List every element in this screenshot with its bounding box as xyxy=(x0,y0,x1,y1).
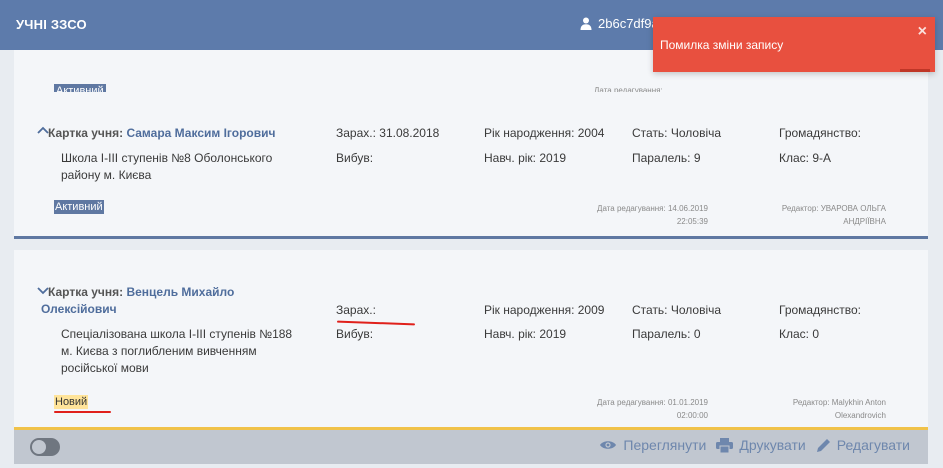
print-button[interactable]: Друкувати xyxy=(716,437,806,453)
parallel: Паралель: 9 xyxy=(632,151,701,165)
edit-time-value: 02:00:00 xyxy=(676,411,708,420)
app-title: УЧНІ ЗЗСО xyxy=(16,17,87,32)
user-id: 2b6c7df9a xyxy=(598,16,659,31)
close-icon[interactable]: × xyxy=(918,23,927,41)
editor-name: Редактор: Malykhin Anton xyxy=(792,398,886,407)
edit-date-value: Дата редагування: 01.01.2019 xyxy=(597,398,708,407)
gender: Стать: Чоловіча xyxy=(632,303,722,317)
cards-list: Активний Дата редагування: Картка учня: … xyxy=(0,50,943,430)
status-badge: Активний xyxy=(54,200,104,214)
edit-time-value: 22:05:39 xyxy=(676,217,708,226)
view-button[interactable]: Переглянути xyxy=(599,437,706,453)
card-label: Картка учня: xyxy=(48,126,124,140)
toast-progress xyxy=(900,69,930,72)
edit-date: Дата редагування: 14.06.2019 22:05:39 xyxy=(574,202,708,228)
editor-name: Редактор: УВАРОВА ОЛЬГА xyxy=(781,204,886,213)
study-year: Навч. рік: 2019 xyxy=(484,327,567,341)
eye-icon xyxy=(600,441,617,449)
leave-date: Вибув: xyxy=(336,327,374,341)
class: Клас: 0 xyxy=(779,327,820,341)
annotation-underline xyxy=(336,320,416,326)
class: Клас: 9-А xyxy=(779,151,832,165)
card-label: Картка учня: xyxy=(48,285,124,299)
birth-year: Рік народження: 2009 xyxy=(484,303,605,317)
pencil-icon xyxy=(816,438,830,452)
user-menu[interactable]: 2b6c7df9a xyxy=(580,16,659,31)
student-name[interactable]: Самара Максим Ігорович xyxy=(126,126,275,140)
school-name: Школа І-ІІІ ступенів №8 Оболонського рай… xyxy=(61,151,273,182)
enroll-date: Зарах.: xyxy=(336,303,376,317)
leave-date: Вибув: xyxy=(336,151,374,165)
editor: Редактор: Malykhin Anton Olexandrovich xyxy=(734,396,886,422)
edit-date-value: Дата редагування: 14.06.2019 xyxy=(597,204,708,213)
card-header[interactable]: Картка учня: Венцель Михайло Олексійович xyxy=(37,284,261,318)
editor-name-2: Olexandrovich xyxy=(834,411,886,420)
study-year: Навч. рік: 2019 xyxy=(484,151,567,165)
view-label: Переглянути xyxy=(623,437,707,453)
student-card: Картка учня: Самара Максим Ігорович Школ… xyxy=(14,92,928,239)
print-label: Друкувати xyxy=(739,437,806,453)
student-card: Картка учня: Венцель Михайло Олексійович… xyxy=(14,250,928,430)
enroll-date: Зарах.: 31.08.2018 xyxy=(336,126,440,140)
citizenship: Громадянство: xyxy=(779,303,861,317)
editor: Редактор: УВАРОВА ОЛЬГА АНДРІЇВНА xyxy=(734,202,886,228)
chevron-up-icon[interactable] xyxy=(37,125,49,137)
chevron-down-icon[interactable] xyxy=(37,284,49,296)
card-action-bar: Переглянути Друкувати Редагувати xyxy=(14,430,928,464)
status-badge: Новий xyxy=(54,395,89,409)
school-name: Спеціалізована школа І-ІІІ ступенів №188… xyxy=(61,327,293,375)
edit-label: Редагувати xyxy=(836,437,910,453)
printer-icon xyxy=(716,437,734,453)
gender: Стать: Чоловіча xyxy=(632,126,722,140)
card-header[interactable]: Картка учня: Самара Максим Ігорович xyxy=(37,125,321,142)
error-toast: Помилка зміни запису × xyxy=(653,17,935,72)
annotation-underline xyxy=(54,411,111,413)
parallel: Паралель: 0 xyxy=(632,327,701,341)
editor-name-2: АНДРІЇВНА xyxy=(843,217,886,226)
toast-message: Помилка зміни запису xyxy=(660,38,784,52)
citizenship: Громадянство: xyxy=(779,126,861,140)
edit-date: Дата редагування: 01.01.2019 02:00:00 xyxy=(574,396,708,422)
birth-year: Рік народження: 2004 xyxy=(484,126,605,140)
select-toggle[interactable] xyxy=(30,438,60,456)
edit-button[interactable]: Редагувати xyxy=(816,437,910,453)
card-actions: Переглянути Друкувати Редагувати xyxy=(599,437,910,453)
user-icon xyxy=(580,17,592,30)
